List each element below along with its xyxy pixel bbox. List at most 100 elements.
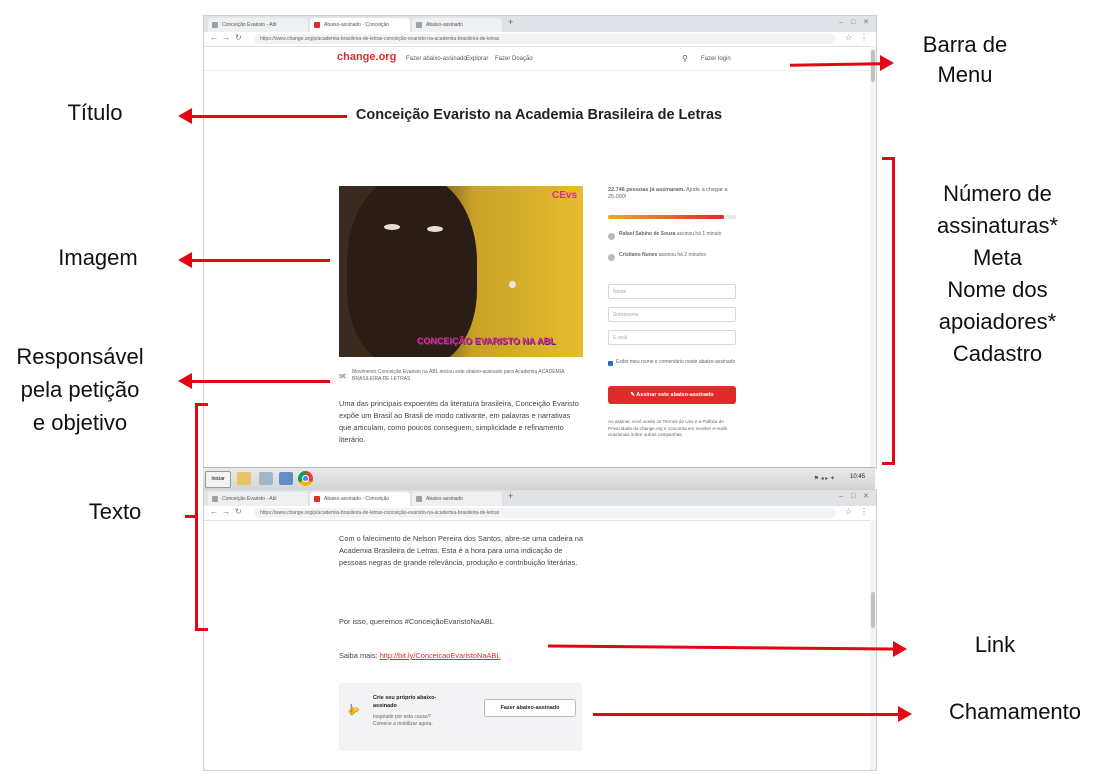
label-line: Nome dos (947, 277, 1048, 302)
system-tray-icon[interactable]: ⚑ ◂ ▸ ✦ (814, 475, 835, 482)
start-label: Iniciar (211, 476, 225, 482)
bracket-tick (185, 515, 197, 518)
progress-fill (608, 215, 725, 219)
petition-paragraph-3: Por isso, queremos #ConceiçãoEvaristoNaA… (339, 617, 494, 626)
start-petition-callout: ✍ Crie seu próprio abaixo-assinado Inspi… (339, 683, 582, 751)
label-link: Link (974, 632, 1016, 657)
portrait-face (347, 186, 477, 357)
petition-image: CEvs CONCEIÇÃO EVARISTO NA ABL (339, 186, 583, 357)
tab-1[interactable]: Conceição Evaristo - Abl (208, 18, 308, 32)
url-field[interactable]: https://www.change.org/p/academia-brasil… (254, 508, 836, 518)
arrowhead-right-icon (893, 641, 907, 657)
tab-2[interactable]: Abaixo-assinado - Conceição (310, 492, 410, 506)
os-taskbar: Iniciar ⚑ ◂ ▸ ✦ 10:45 (203, 467, 875, 490)
last-name-input[interactable]: Sobrenome (608, 307, 736, 322)
checkbox-label: Exibir meu nome e comentário neste abaix… (616, 359, 736, 365)
tab-3[interactable]: Abaixo-assinado (412, 18, 502, 32)
arrow-responsible (190, 380, 330, 383)
star-icon[interactable]: ☆ (845, 507, 852, 516)
label-image: Imagem (58, 245, 138, 270)
menu-dots-icon[interactable]: ⋮ (860, 507, 868, 516)
tab-bar: Conceição Evaristo - Abl Abaixo-assinado… (204, 490, 876, 506)
back-icon[interactable]: ← (210, 507, 218, 516)
page-title: Conceição Evaristo na Academia Brasileir… (355, 107, 723, 123)
label-text: Texto (88, 499, 142, 524)
new-tab-icon[interactable]: + (508, 491, 513, 501)
tab-3[interactable]: Abaixo-assinado (412, 492, 502, 506)
tab-bar: Conceição Evaristo - Abl Abaixo-assinado… (204, 16, 876, 32)
earring (509, 281, 516, 288)
display-name-checkbox[interactable] (608, 361, 613, 366)
chrome-icon[interactable] (298, 471, 313, 486)
label-line: Responsável (16, 344, 144, 369)
more-info-link[interactable]: http://bit.ly/ConceicaoEvaristoNaABL (380, 651, 501, 660)
nav-explore[interactable]: Explorar (466, 56, 488, 62)
window-controls-icon[interactable]: – □ ✕ (839, 492, 872, 500)
window-controls-icon[interactable]: – □ ✕ (839, 18, 872, 26)
tab-label: Abaixo-assinado (426, 22, 463, 28)
tab-label: Abaixo-assinado - Conceição (324, 496, 390, 502)
app-icon[interactable] (279, 472, 293, 485)
site-header: change.org Fazer abaixo-assinado Explora… (204, 46, 870, 71)
page-scrollbar[interactable] (870, 520, 876, 770)
petition-paragraph-1: Uma das principais expoentes da literatu… (339, 399, 579, 444)
search-icon[interactable]: ⚲ (682, 54, 688, 63)
scroll-thumb[interactable] (871, 592, 875, 628)
start-button[interactable]: Iniciar (205, 471, 231, 488)
browser-window-bottom: Conceição Evaristo - Abl Abaixo-assinado… (203, 489, 877, 771)
email-input[interactable]: E-mail (608, 330, 736, 345)
nav-start-petition[interactable]: Fazer abaixo-assinado (406, 56, 467, 62)
reload-icon[interactable]: ↻ (235, 507, 242, 516)
forward-icon[interactable]: → (222, 33, 230, 42)
login-link[interactable]: Fazer login (701, 56, 731, 62)
arrow-image (190, 259, 330, 262)
portrait-eye (427, 226, 443, 232)
url-field[interactable]: https://www.change.org/p/academia-brasil… (254, 34, 836, 44)
arrowhead-right-icon (880, 55, 894, 71)
menu-dots-icon[interactable]: ⋮ (860, 33, 868, 42)
petition-paragraph-2: Com o falecimento de Nelson Pereira dos … (339, 534, 584, 567)
address-bar-row: ← → ↻ https://www.change.org/p/academia-… (204, 506, 876, 521)
first-name-input[interactable]: Nome (608, 284, 736, 299)
new-tab-icon[interactable]: + (508, 17, 513, 27)
tab-favicon-icon (314, 22, 320, 28)
sign-petition-button[interactable]: ✎ Assinar este abaixo-assinado (608, 386, 736, 404)
supporter-avatar-icon (608, 233, 615, 240)
author-line: Movimento Conceição Evaristo na ABL inic… (352, 369, 565, 382)
page-scrollbar[interactable] (870, 46, 876, 468)
tab-favicon-icon (416, 22, 422, 28)
label-line: e objetivo (32, 410, 128, 435)
label-call: Chamamento (948, 699, 1082, 724)
supporter-avatar-icon (608, 254, 615, 261)
explorer-icon[interactable] (237, 472, 251, 485)
callout-subtitle: Inspirado por esta causa? Comece a mobil… (373, 714, 433, 727)
scroll-thumb[interactable] (871, 50, 875, 82)
label-line: Meta (973, 245, 1022, 270)
bracket-signatures (882, 157, 895, 465)
star-icon[interactable]: ☆ (845, 33, 852, 42)
back-icon[interactable]: ← (210, 33, 218, 42)
label-line: Cadastro (952, 341, 1043, 366)
tab-1[interactable]: Conceição Evaristo - Abl (208, 492, 308, 506)
address-bar-row: ← → ↻ https://www.change.org/p/academia-… (204, 32, 876, 47)
nav-donate[interactable]: Fazer Doação (495, 56, 533, 62)
label-title: Título (67, 100, 123, 125)
arrow-title (190, 115, 347, 118)
tab-label: Conceição Evaristo - Abl (222, 496, 277, 502)
media-icon[interactable] (259, 472, 273, 485)
label-responsible: Responsável pela petição e objetivo (0, 340, 160, 439)
supporter-note: assinou há 1 minuto (676, 231, 722, 237)
signature-progress (608, 215, 736, 219)
tab-favicon-icon (212, 496, 218, 502)
tab-2[interactable]: Abaixo-assinado - Conceição (310, 18, 410, 32)
tab-favicon-icon (314, 496, 320, 502)
reload-icon[interactable]: ↻ (235, 33, 242, 42)
signatures-number: 22.746 pessoas já assinaram. (608, 187, 685, 193)
forward-icon[interactable]: → (222, 507, 230, 516)
tab-label: Conceição Evaristo - Abl (222, 22, 277, 28)
portrait-eye (384, 224, 400, 230)
tab-favicon-icon (416, 496, 422, 502)
site-logo[interactable]: change.org (337, 51, 396, 63)
start-petition-button[interactable]: Fazer abaixo-assinado (484, 699, 576, 717)
more-info-label: Saiba mais: (339, 651, 378, 660)
